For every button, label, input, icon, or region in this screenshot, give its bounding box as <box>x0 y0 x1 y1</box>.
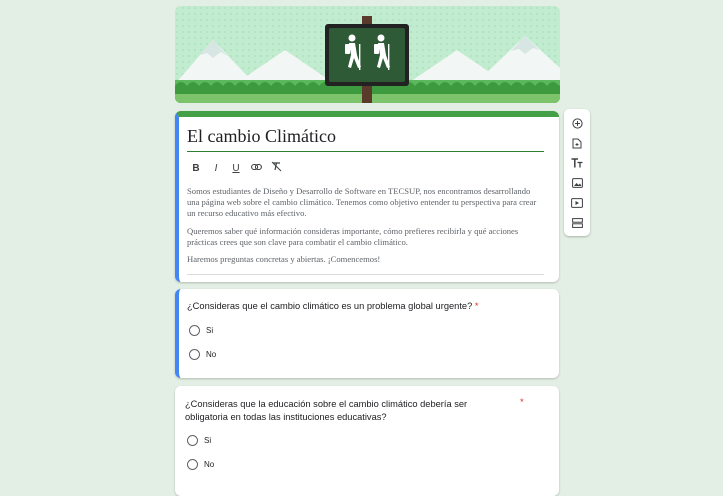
option-label: Si <box>204 436 212 445</box>
radio-button[interactable] <box>187 435 198 446</box>
link-icon[interactable] <box>251 163 262 175</box>
italic-button[interactable]: I <box>211 163 221 175</box>
add-video-icon[interactable] <box>564 195 590 211</box>
question-text: ¿Consideras que el cambio climático es u… <box>187 300 517 313</box>
add-section-icon[interactable] <box>564 215 590 231</box>
option-label: No <box>204 460 215 469</box>
add-question-icon[interactable] <box>564 115 590 131</box>
required-asterisk: * <box>520 397 524 408</box>
side-toolbar <box>564 109 590 236</box>
import-questions-icon[interactable] <box>564 135 590 151</box>
radio-option-si[interactable]: Si <box>189 325 213 336</box>
option-label: Si <box>206 326 214 335</box>
format-toolbar: B I U <box>191 161 282 176</box>
form-title-input[interactable]: El cambio Climático <box>187 126 544 152</box>
radio-option-no[interactable]: No <box>189 349 216 360</box>
radio-button[interactable] <box>187 459 198 470</box>
header-banner <box>175 6 560 103</box>
required-asterisk: * <box>474 301 479 311</box>
question-card[interactable]: ¿Consideras que la educación sobre el ca… <box>175 386 559 496</box>
radio-option-si[interactable]: Si <box>187 435 211 446</box>
description-paragraph: Haremos preguntas concretas y abiertas. … <box>187 254 381 265</box>
underline-button[interactable]: U <box>231 163 241 175</box>
question-title: ¿Consideras que la educación sobre el ca… <box>185 399 468 422</box>
description-paragraph: Somos estudiantes de Diseño y Desarrollo… <box>187 186 537 219</box>
clear-format-icon[interactable] <box>271 161 282 176</box>
description-paragraph: Queremos saber qué información considera… <box>187 225 519 247</box>
hiking-sign-illustration <box>175 6 560 103</box>
option-label: No <box>206 350 217 359</box>
description-underline <box>187 274 544 275</box>
radio-button[interactable] <box>189 325 200 336</box>
form-title-card[interactable]: El cambio Climático B I U Somos estudian… <box>175 111 559 282</box>
bold-button[interactable]: B <box>191 163 201 175</box>
add-title-icon[interactable] <box>564 155 590 171</box>
radio-option-no[interactable]: No <box>187 459 214 470</box>
question-title: ¿Consideras que el cambio climático es u… <box>187 301 473 311</box>
radio-button[interactable] <box>189 349 200 360</box>
add-image-icon[interactable] <box>564 175 590 191</box>
question-card[interactable]: ¿Consideras que el cambio climático es u… <box>175 289 559 378</box>
form-description[interactable]: Somos estudiantes de Diseño y Desarrollo… <box>187 186 543 271</box>
